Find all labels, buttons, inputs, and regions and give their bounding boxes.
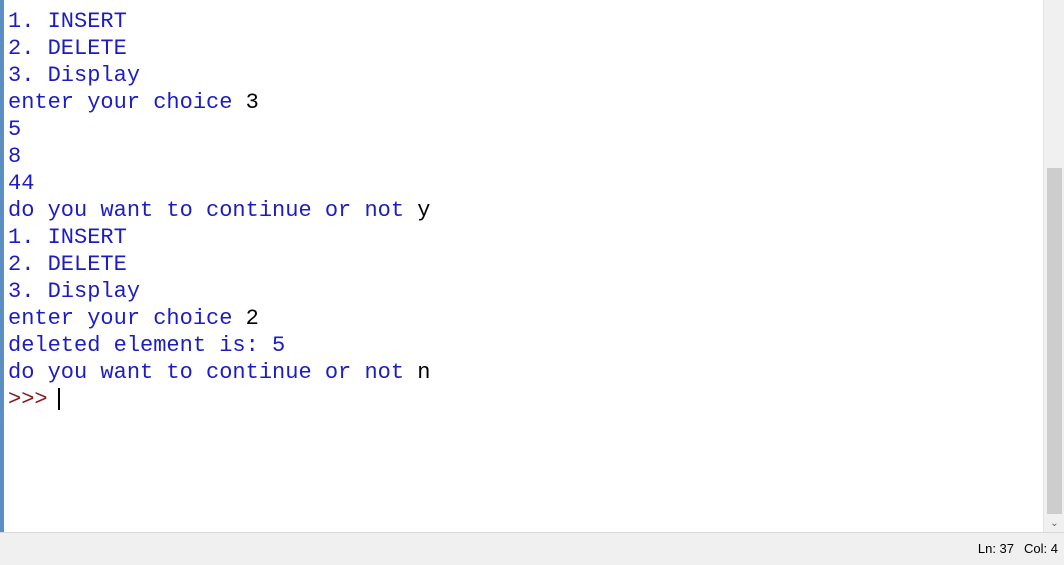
scroll-down-button[interactable]: ⌄ [1044, 514, 1064, 532]
shell-line: 3. Display [8, 62, 1038, 89]
user-input: n [417, 360, 431, 385]
shell-line: 1. INSERT [8, 224, 1038, 251]
cursor-position: Ln: 37 Col: 4 [978, 541, 1058, 556]
output-text: 3. Display [8, 63, 141, 88]
scrollbar-thumb[interactable] [1047, 168, 1062, 514]
shell-line: do you want to continue or not y [8, 197, 1038, 224]
output-text: 3. Display [8, 279, 141, 304]
text-cursor [57, 388, 60, 411]
prompt-line[interactable]: >>> [8, 386, 1038, 413]
output-text: 2. DELETE [8, 252, 127, 277]
output-text: deleted element is: 5 [8, 333, 286, 358]
output-text: 5 [8, 117, 22, 142]
output-text: 2. DELETE [8, 36, 127, 61]
shell-line: enter your choice 3 [8, 89, 1038, 116]
output-text: do you want to continue or not [8, 360, 418, 385]
output-text: 1. INSERT [8, 9, 127, 34]
shell-text-area[interactable]: 1. INSERT 2. DELETE 3. Display enter you… [8, 8, 1038, 528]
user-input: 3 [245, 90, 259, 115]
shell-line: 8 [8, 143, 1038, 170]
shell-line: 1. INSERT [8, 8, 1038, 35]
user-input: 2 [245, 306, 259, 331]
output-text: do you want to continue or not [8, 198, 418, 223]
column-number: Col: 4 [1024, 541, 1058, 556]
output-text: 44 [8, 171, 35, 196]
status-bar: Ln: 37 Col: 4 [0, 532, 1064, 565]
shell-line: 3. Display [8, 278, 1038, 305]
shell-line: enter your choice 2 [8, 305, 1038, 332]
user-input: y [417, 198, 431, 223]
line-number: Ln: 37 [977, 541, 1015, 556]
shell-line: deleted element is: 5 [8, 332, 1038, 359]
shell-line: 2. DELETE [8, 35, 1038, 62]
shell-prompt: >>> [8, 387, 48, 412]
shell-line: 2. DELETE [8, 251, 1038, 278]
output-text: 1. INSERT [8, 225, 127, 250]
shell-line: 44 [8, 170, 1038, 197]
shell-line: 5 [8, 116, 1038, 143]
vertical-scrollbar[interactable]: ⌄ [1043, 0, 1064, 532]
chevron-down-icon: ⌄ [1050, 517, 1059, 529]
idle-shell-window: 1. INSERT 2. DELETE 3. Display enter you… [0, 0, 1064, 565]
output-text: enter your choice [8, 90, 246, 115]
output-text: 8 [8, 144, 22, 169]
output-text: enter your choice [8, 306, 246, 331]
shell-line: do you want to continue or not n [8, 359, 1038, 386]
window-border [0, 0, 4, 564]
